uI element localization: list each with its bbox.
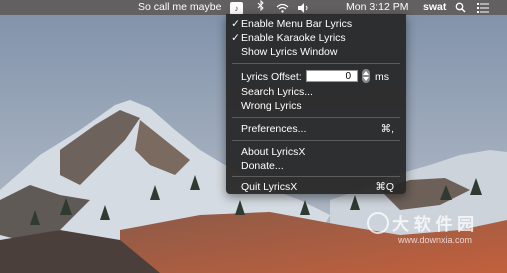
menu-item-quit[interactable]: Quit LyricsX ⌘Q bbox=[226, 180, 406, 194]
notification-list-icon[interactable] bbox=[477, 2, 489, 17]
menu-item-show-lyrics-window[interactable]: Show Lyrics Window bbox=[226, 45, 406, 59]
now-playing-lyrics[interactable]: So call me maybe bbox=[138, 0, 221, 15]
menu-separator bbox=[232, 117, 400, 118]
menu-item-shortcut: ⌘Q bbox=[375, 181, 394, 193]
menu-item-label: Show Lyrics Window bbox=[241, 46, 338, 58]
menu-separator bbox=[232, 140, 400, 141]
menu-bar: So call me maybe ♪ Mon 3:12 PM swat bbox=[0, 0, 507, 15]
stepper-up-icon[interactable] bbox=[363, 71, 369, 75]
menu-item-preferences[interactable]: Preferences... ⌘, bbox=[226, 122, 406, 136]
menu-item-wrong-lyrics[interactable]: Wrong Lyrics bbox=[226, 99, 406, 113]
menubar-clock[interactable]: Mon 3:12 PM bbox=[346, 0, 408, 15]
lyricsx-menu: ✓ Enable Menu Bar Lyrics ✓ Enable Karaok… bbox=[226, 14, 406, 194]
menu-separator bbox=[232, 176, 400, 177]
menu-item-label: About LyricsX bbox=[241, 146, 306, 158]
lyrics-offset-stepper[interactable] bbox=[362, 69, 370, 83]
menu-item-label: Enable Karaoke Lyrics bbox=[241, 32, 346, 44]
menu-item-shortcut: ⌘, bbox=[380, 123, 394, 135]
bluetooth-icon[interactable] bbox=[257, 0, 265, 15]
menu-item-label: Search Lyrics... bbox=[241, 86, 313, 98]
menu-item-label: Preferences... bbox=[241, 123, 307, 135]
checkmark-icon: ✓ bbox=[231, 32, 240, 44]
watermark-logo-icon bbox=[367, 212, 389, 234]
menu-item-label: Enable Menu Bar Lyrics bbox=[241, 18, 353, 30]
watermark-url: www.downxia.com bbox=[398, 235, 473, 245]
menu-item-label: Wrong Lyrics bbox=[241, 100, 302, 112]
lyrics-offset-label: Lyrics Offset: bbox=[241, 71, 302, 83]
menu-item-enable-karaoke-lyrics[interactable]: ✓ Enable Karaoke Lyrics bbox=[226, 31, 406, 45]
menu-item-about[interactable]: About LyricsX bbox=[226, 145, 406, 159]
menu-item-label: Quit LyricsX bbox=[241, 181, 298, 193]
lyrics-offset-unit: ms bbox=[375, 71, 389, 83]
menu-item-enable-menu-bar-lyrics[interactable]: ✓ Enable Menu Bar Lyrics bbox=[226, 17, 406, 31]
menu-item-donate[interactable]: Donate... bbox=[226, 159, 406, 173]
watermark-text: 大 软 件 园 bbox=[392, 215, 475, 234]
menu-separator bbox=[232, 63, 400, 64]
user-name[interactable]: swat bbox=[423, 0, 446, 15]
spotlight-search-icon[interactable] bbox=[455, 2, 466, 17]
stepper-down-icon[interactable] bbox=[363, 77, 369, 81]
lyrics-offset-input[interactable]: 0 bbox=[306, 70, 358, 82]
menu-item-search-lyrics[interactable]: Search Lyrics... bbox=[226, 85, 406, 99]
menu-item-label: Donate... bbox=[241, 160, 284, 172]
checkmark-icon: ✓ bbox=[231, 18, 240, 30]
